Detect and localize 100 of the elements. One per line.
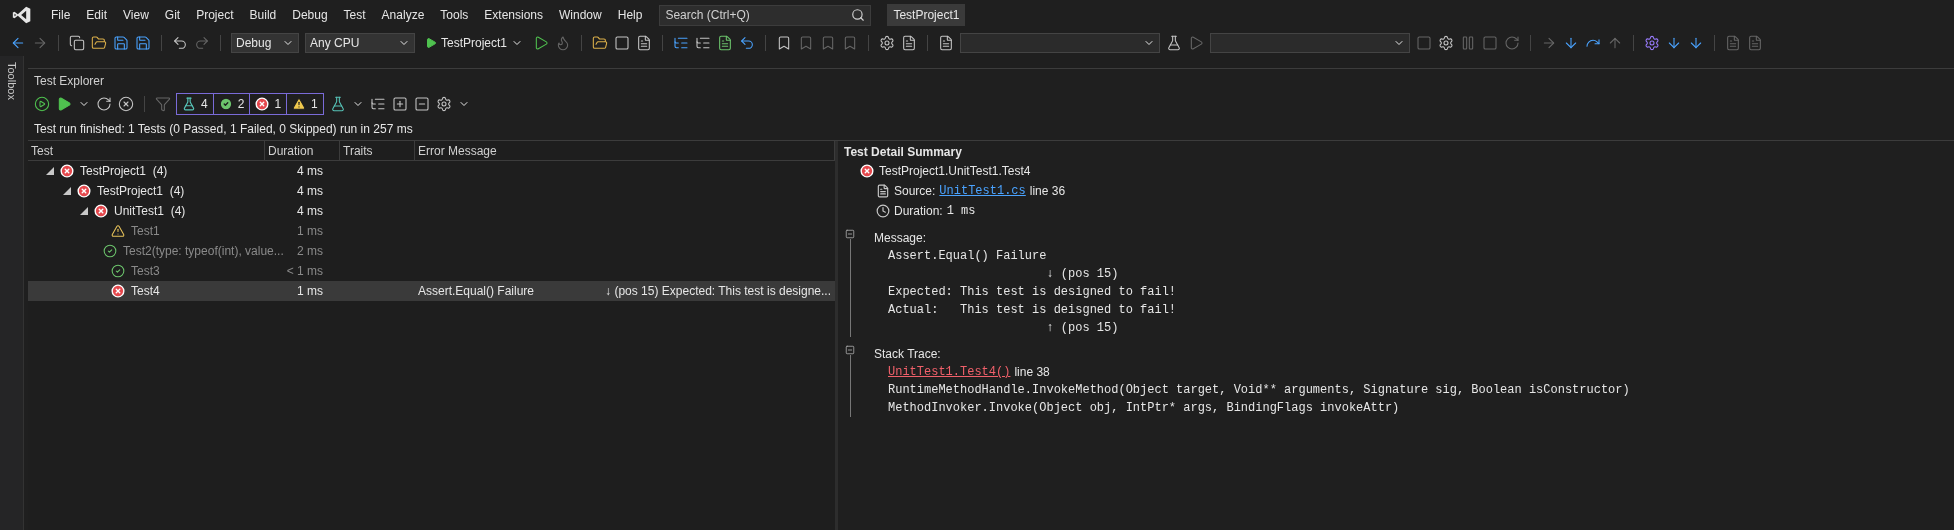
column-header[interactable]: Test xyxy=(28,141,265,160)
play-outline-icon[interactable] xyxy=(533,35,550,51)
settings-icon[interactable] xyxy=(435,96,452,112)
play-icon[interactable] xyxy=(1188,35,1205,51)
test-name: Test1 xyxy=(131,223,160,240)
run-summary: Test run finished: 1 Tests (0 Passed, 1 Failed, 0 Skipped) run in 257 ms xyxy=(33,121,414,138)
source-link[interactable]: UnitTest1.cs xyxy=(939,182,1026,200)
restart-icon[interactable] xyxy=(1504,35,1521,51)
counter-button[interactable]: 1 xyxy=(249,93,288,115)
redo-icon[interactable] xyxy=(194,35,210,51)
test-row[interactable]: Test1 1 ms xyxy=(28,221,835,241)
test-name: Test2(type: typeof(int), value... xyxy=(123,243,284,260)
search-icon[interactable] xyxy=(851,8,866,22)
repeat-icon[interactable] xyxy=(96,96,112,112)
menu-item[interactable]: Test xyxy=(336,6,373,24)
test-row[interactable]: Test2(type: typeof(int), value... 2 ms xyxy=(28,241,835,261)
menu-item[interactable]: Git xyxy=(157,6,188,24)
flask-icon[interactable] xyxy=(1166,35,1183,51)
test-name: Test3 xyxy=(131,263,160,280)
start-button[interactable]: TestProject1 xyxy=(421,33,528,53)
duration-cell-text: 4 ms xyxy=(296,163,323,180)
duration-cell-text: 1 ms xyxy=(296,223,323,240)
column-header[interactable]: Traits xyxy=(340,141,415,160)
stack-link-line: line 38 xyxy=(1014,364,1050,381)
menu-item[interactable]: Build xyxy=(242,6,284,24)
test-name: TestProject1 (4) xyxy=(80,163,168,180)
menu-item[interactable]: Project xyxy=(189,6,241,24)
expander-icon[interactable] xyxy=(63,187,71,195)
menu-item[interactable]: Tools xyxy=(433,6,476,24)
source-label: Source: xyxy=(894,183,936,200)
stack-link[interactable]: UnitTest1.Test4() xyxy=(888,363,1011,381)
duration-cell-text: 1 ms xyxy=(296,283,323,300)
folder-icon[interactable] xyxy=(91,35,107,51)
duration-label: Duration: xyxy=(894,203,943,220)
app-logo[interactable] xyxy=(12,5,32,25)
duration-cell-text: 4 ms xyxy=(296,203,323,220)
test-row[interactable]: UnitTest1 (4) 4 ms xyxy=(28,201,835,221)
message-line: Actual: This test is deisgned to fail! xyxy=(887,302,1177,319)
counter-button[interactable]: 4 xyxy=(176,93,214,115)
file-icon xyxy=(876,184,890,198)
collapse-icon[interactable] xyxy=(845,345,855,355)
error-detail: ↓ (pos 15) Expected: This test is designe... xyxy=(605,283,831,300)
message-label: Message: xyxy=(874,230,928,247)
test-name: UnitTest1 (4) xyxy=(114,203,186,220)
toolbox-tab[interactable]: Toolbox xyxy=(0,56,24,530)
cancel-icon[interactable] xyxy=(118,96,134,112)
expander-icon[interactable] xyxy=(46,167,54,175)
test-name: TestProject1 (4) xyxy=(97,183,185,200)
forward-icon[interactable] xyxy=(32,35,48,51)
stack-line: MethodInvoker.Invoke(Object obj, IntPtr* args, BindingFlags invokeAttr) xyxy=(887,400,1401,417)
save-icon[interactable] xyxy=(113,35,129,51)
menu-item[interactable]: Debug xyxy=(285,6,335,24)
menu-item[interactable]: View xyxy=(116,6,156,24)
duration-value: 1 ms xyxy=(946,203,976,220)
duration-cell-text: < 1 ms xyxy=(285,263,323,280)
playlist-icon[interactable] xyxy=(329,96,346,112)
test-row[interactable]: TestProject1 (4) 4 ms xyxy=(28,181,835,201)
expand-all-icon[interactable] xyxy=(391,96,408,112)
message-line: ↓ (pos 15) xyxy=(1045,266,1120,283)
test-row[interactable]: Test3 < 1 ms xyxy=(28,261,835,281)
run-all-icon[interactable] xyxy=(34,96,50,112)
configuration-dropdown[interactable]: Debug xyxy=(231,33,299,53)
detail-title: Test Detail Summary xyxy=(844,144,963,161)
counter-button[interactable]: 2 xyxy=(212,93,251,115)
stack-trace-label: Stack Trace: xyxy=(874,346,942,363)
test-row[interactable]: Test4 1 ms Assert.Equal() Failure ↓ (pos 15) Expected: This test is designe... xyxy=(28,281,835,301)
play-icon xyxy=(425,37,437,49)
test-name: Test4 xyxy=(131,283,160,300)
panel-title: Test Explorer xyxy=(33,73,106,90)
stack-line: RuntimeMethodHandle.InvokeMethod(Object target, Void** arguments, Signature sig, Boolean isConstructor) xyxy=(887,382,1630,399)
column-header[interactable]: Duration xyxy=(265,141,340,160)
error-message: Assert.Equal() Failure xyxy=(418,283,535,300)
message-line: Assert.Equal() Failure xyxy=(887,248,1048,265)
clock-icon xyxy=(876,204,890,218)
platform-dropdown[interactable]: Any CPU xyxy=(305,33,415,53)
menu-item[interactable]: Analyze xyxy=(374,6,432,24)
collapse-all-icon[interactable] xyxy=(413,96,430,112)
message-line: ↑ (pos 15) xyxy=(1045,320,1120,337)
menu-item[interactable]: Edit xyxy=(79,6,115,24)
menu-item[interactable]: Window xyxy=(552,6,609,24)
menu-item[interactable]: Help xyxy=(610,6,650,24)
undo-icon[interactable] xyxy=(172,35,188,51)
duration-cell-text: 4 ms xyxy=(296,183,323,200)
collapse-icon[interactable] xyxy=(845,229,855,239)
search-field[interactable]: Search (Ctrl+Q) xyxy=(659,4,872,26)
test-row[interactable]: TestProject1 (4) 4 ms xyxy=(28,161,835,181)
filter-icon[interactable] xyxy=(155,96,171,112)
save-all-icon[interactable] xyxy=(135,35,151,51)
run-icon[interactable] xyxy=(56,96,72,112)
toolbox-label: Toolbox xyxy=(4,62,19,100)
message-line: Expected: This test is designed to fail! xyxy=(887,284,1177,301)
back-icon[interactable] xyxy=(10,35,26,51)
test-full-name: TestProject1.UnitTest1.Test4 xyxy=(879,163,1031,180)
counter-button[interactable]: 1 xyxy=(286,93,324,115)
column-header[interactable]: Error Message xyxy=(415,141,835,160)
solution-title: TestProject1 xyxy=(887,4,966,26)
source-line: line 36 xyxy=(1029,183,1066,200)
expander-icon[interactable] xyxy=(80,207,88,215)
menu-item[interactable]: Extensions xyxy=(477,6,551,24)
menu-item[interactable]: File xyxy=(44,6,78,24)
